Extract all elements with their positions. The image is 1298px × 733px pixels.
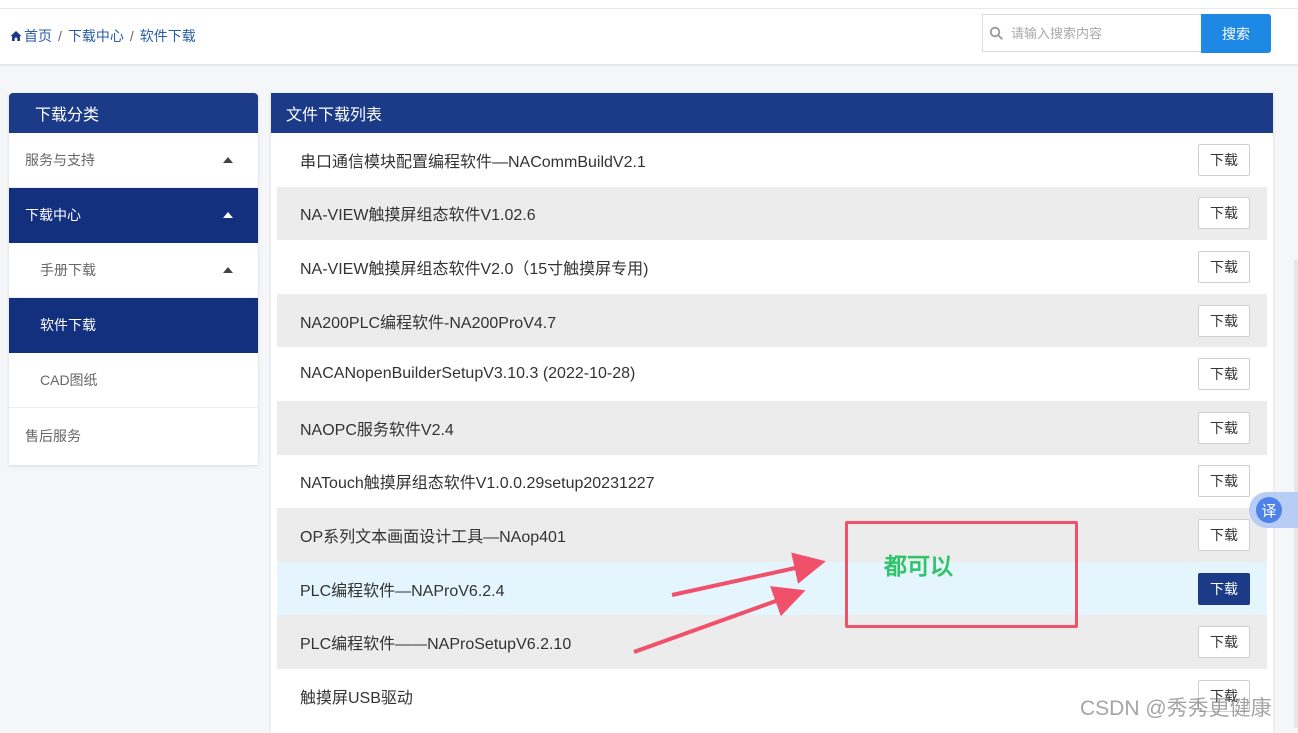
home-icon — [10, 31, 22, 41]
file-list: 串口通信模块配置编程软件—NACommBuildV2.1 下载 NA-VIEW触… — [277, 133, 1267, 723]
search-input[interactable] — [1009, 24, 1198, 42]
search-icon — [989, 26, 1003, 40]
download-button[interactable]: 下载 — [1198, 411, 1250, 444]
list-item: NAOPC服务软件V2.4 下载 — [277, 400, 1267, 455]
list-item: 串口通信模块配置编程软件—NACommBuildV2.1 下载 — [277, 133, 1267, 187]
file-name: PLC编程软件——NAProSetupV6.2.10 — [300, 636, 572, 654]
sidebar-item-label: 手册下载 — [40, 262, 96, 278]
caret-up-icon — [223, 157, 233, 163]
list-item: NACANopenBuilderSetupV3.10.3 (2022-10-28… — [277, 347, 1267, 401]
file-name: NA200PLC编程软件-NA200ProV4.7 — [300, 314, 557, 332]
list-item: NATouch触摸屏组态软件V1.0.0.29setup20231227 下载 — [277, 455, 1267, 509]
breadcrumb-separator: / — [129, 28, 134, 44]
sidebar-item-label: 软件下载 — [40, 317, 96, 333]
download-button[interactable]: 下载 — [1198, 626, 1250, 659]
search-box — [982, 14, 1202, 52]
list-item: NA200PLC编程软件-NA200ProV4.7 下载 — [277, 293, 1267, 348]
list-item: NA-VIEW触摸屏组态软件V1.02.6 下载 — [277, 186, 1267, 241]
breadcrumb-separator: / — [58, 28, 62, 44]
file-name: NAOPC服务软件V2.4 — [300, 421, 454, 439]
file-list-panel: 文件下载列表 串口通信模块配置编程软件—NACommBuildV2.1 下载 N… — [271, 93, 1273, 733]
caret-up-icon — [223, 267, 233, 273]
download-button[interactable]: 下载 — [1198, 304, 1250, 337]
file-name: OP系列文本画面设计工具—NAop401 — [300, 528, 566, 546]
sidebar-item-label: 服务与支持 — [25, 152, 95, 168]
translate-button[interactable]: 译 — [1249, 492, 1298, 528]
caret-up-icon — [223, 212, 233, 218]
annotation-text: 都可以 — [884, 553, 953, 579]
sidebar-item-service-support[interactable]: 服务与支持 — [9, 133, 258, 188]
file-name: 触摸屏USB驱动 — [300, 689, 413, 707]
download-button[interactable]: 下载 — [1198, 143, 1250, 176]
category-sidebar: 下载分类 服务与支持 下载中心 手册下载 软件下载 CAD图纸 售后服务 — [9, 93, 258, 465]
download-button[interactable]: 下载 — [1198, 250, 1250, 283]
list-item-hovered: PLC编程软件—NAProV6.2.4 下载 — [277, 561, 1267, 616]
sidebar-item-cad-drawings[interactable]: CAD图纸 — [9, 353, 258, 408]
sidebar-item-manual-download[interactable]: 手册下载 — [9, 243, 258, 298]
list-item: PLC编程软件——NAProSetupV6.2.10 下载 — [277, 615, 1267, 669]
download-button[interactable]: 下载 — [1198, 358, 1250, 391]
file-name: NACANopenBuilderSetupV3.10.3 (2022-10-28… — [300, 365, 636, 383]
annotation-box — [845, 521, 1078, 628]
sidebar-title: 下载分类 — [9, 93, 258, 133]
download-button[interactable]: 下载 — [1198, 572, 1250, 605]
search-button[interactable]: 搜索 — [1201, 14, 1271, 53]
sidebar-item-label: 售后服务 — [25, 427, 81, 444]
file-name: NA-VIEW触摸屏组态软件V2.0（15寸触摸屏专用) — [300, 260, 649, 278]
translate-icon: 译 — [1256, 497, 1282, 523]
sidebar-item-software-download[interactable]: 软件下载 — [9, 298, 258, 353]
file-name: NA-VIEW触摸屏组态软件V1.02.6 — [300, 207, 536, 225]
download-button[interactable]: 下载 — [1198, 518, 1250, 551]
panel-title: 文件下载列表 — [271, 93, 1273, 133]
file-name: PLC编程软件—NAProV6.2.4 — [300, 582, 505, 600]
header-divider — [0, 8, 1298, 9]
sidebar-item-after-sales[interactable]: 售后服务 — [9, 408, 258, 463]
sidebar-item-download-center[interactable]: 下载中心 — [9, 188, 258, 243]
breadcrumb-download-center[interactable]: 下载中心 — [68, 26, 124, 46]
top-header: 首页 / 下载中心 / 软件下载 搜索 — [0, 0, 1298, 65]
list-item: NA-VIEW触摸屏组态软件V2.0（15寸触摸屏专用) 下载 — [277, 240, 1267, 294]
file-name: NATouch触摸屏组态软件V1.0.0.29setup20231227 — [300, 475, 655, 493]
breadcrumb-home[interactable]: 首页 — [24, 26, 52, 46]
download-button[interactable]: 下载 — [1198, 197, 1250, 230]
file-name: 串口通信模块配置编程软件—NACommBuildV2.1 — [300, 153, 646, 171]
download-button[interactable]: 下载 — [1198, 465, 1250, 498]
sidebar-item-label: CAD图纸 — [40, 372, 98, 388]
watermark: CSDN @秀秀更健康 — [1080, 697, 1272, 720]
breadcrumb: 首页 / 下载中心 / 软件下载 — [10, 26, 196, 46]
sidebar-item-label: 下载中心 — [25, 207, 81, 223]
list-item: OP系列文本画面设计工具—NAop401 下载 — [277, 508, 1267, 562]
breadcrumb-software-download[interactable]: 软件下载 — [140, 26, 196, 46]
